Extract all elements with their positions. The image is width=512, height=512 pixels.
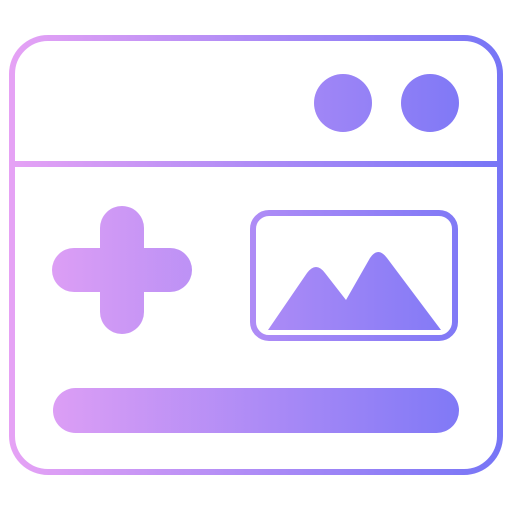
icon-canvas (0, 0, 512, 512)
window-dot-1-icon (314, 74, 372, 132)
text-bar (53, 388, 459, 433)
browser-add-image-icon (9, 35, 503, 475)
plus-icon (52, 206, 192, 334)
window-dot-2-icon (401, 74, 459, 132)
image-placeholder-icon (250, 210, 458, 341)
